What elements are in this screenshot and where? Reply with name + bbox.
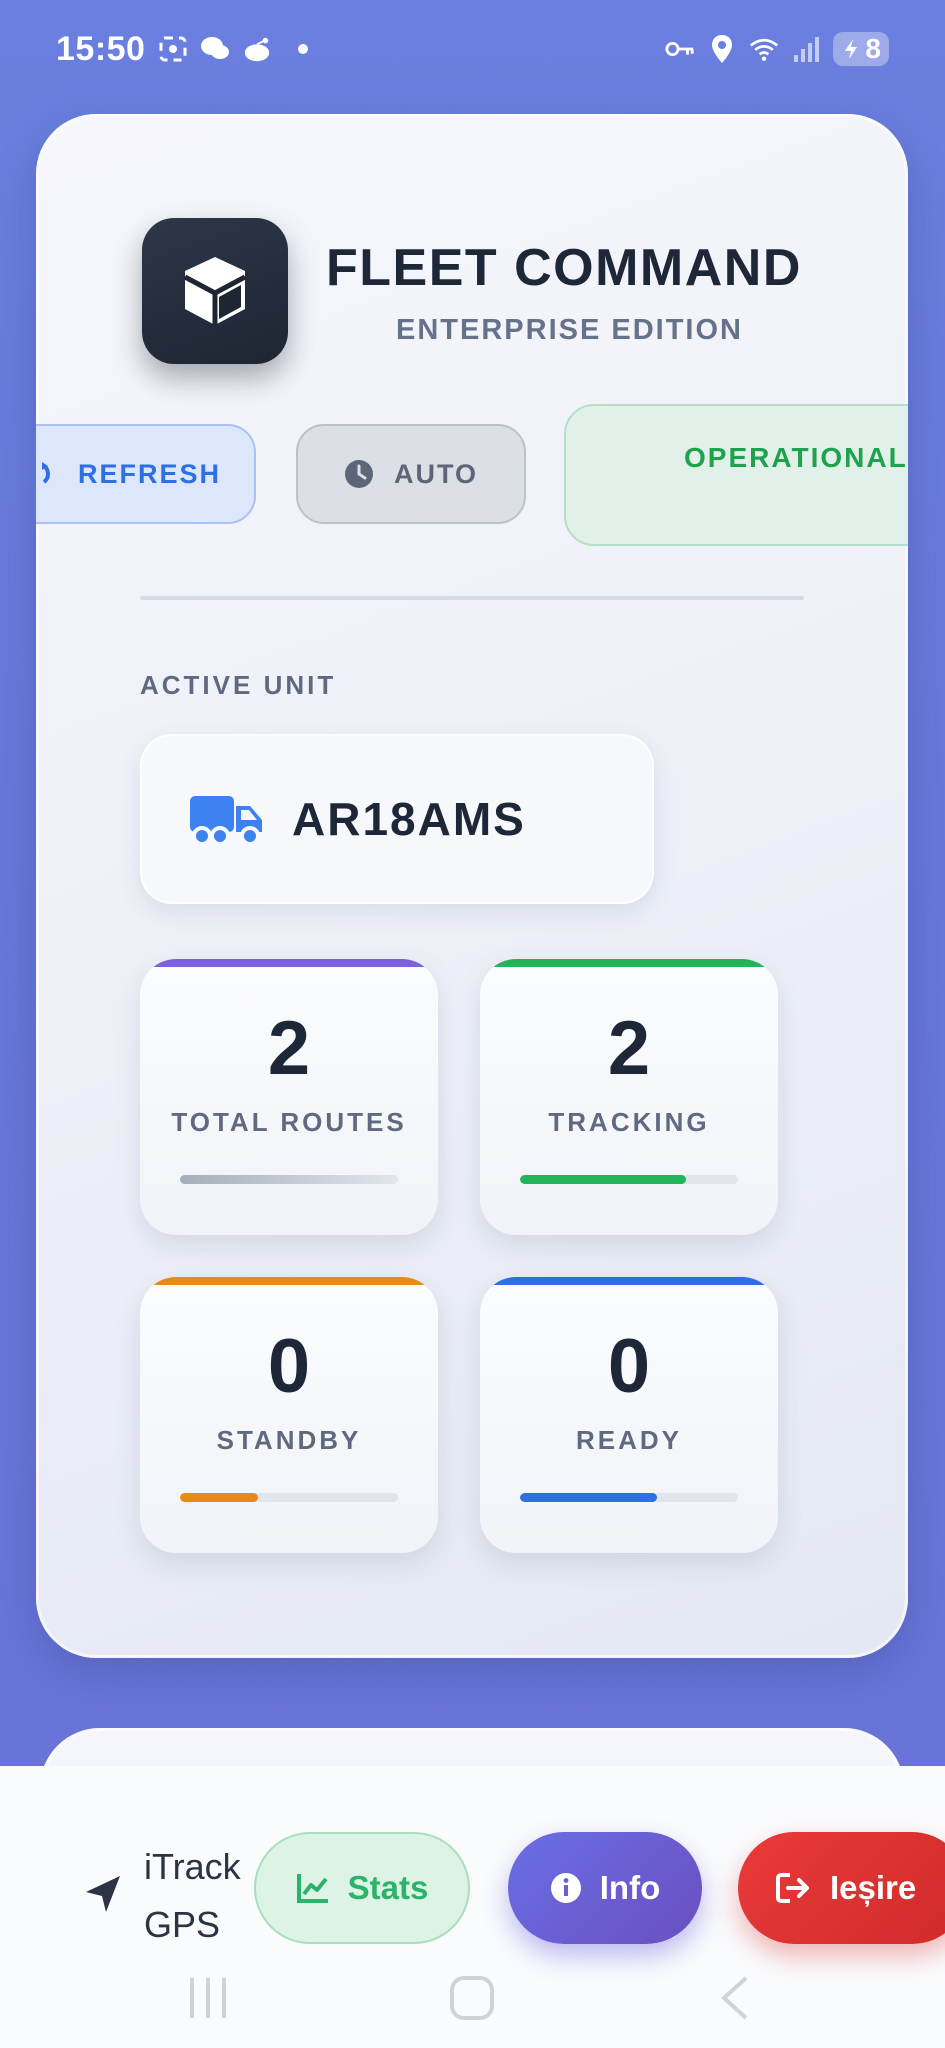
status-badge: OPERATIONAL — [564, 404, 908, 546]
stat-value: 0 — [607, 1324, 651, 1409]
status-label: OPERATIONAL — [684, 442, 908, 473]
stat-progress-fill — [520, 1493, 658, 1502]
stat-label: TOTAL ROUTES — [171, 1107, 407, 1137]
info-label: Info — [599, 1869, 661, 1906]
stat-progress-track — [520, 1493, 738, 1502]
battery-icon: 8 — [833, 32, 889, 66]
refresh-icon — [42, 462, 50, 484]
truck-icon — [190, 796, 262, 846]
stat-progress-fill — [180, 1175, 398, 1184]
stat-label: TRACKING — [548, 1107, 710, 1137]
battery-level: 8 — [865, 33, 881, 64]
divider — [140, 596, 804, 600]
recent-apps-icon[interactable] — [186, 1974, 230, 2022]
stat-label: READY — [575, 1425, 682, 1455]
stat-accent-bar — [480, 959, 778, 967]
stat-value: 2 — [267, 1006, 311, 1091]
info-button[interactable]: Info — [508, 1832, 702, 1944]
stats-label: Stats — [347, 1869, 429, 1906]
reddit-icon — [242, 34, 272, 64]
exit-label: Ieșire — [830, 1869, 917, 1906]
key-icon — [665, 34, 695, 64]
refresh-label: REFRESH — [78, 458, 222, 489]
status-time: 15:50 — [56, 30, 146, 68]
chart-line-icon — [296, 1874, 328, 1903]
cube-icon — [142, 218, 288, 364]
stat-progress-fill — [520, 1175, 686, 1184]
brand-line-2: GPS — [144, 1904, 221, 1945]
active-unit-card[interactable]: AR18AMS — [140, 734, 654, 904]
brand-name: iTrack GPS — [144, 1838, 241, 1954]
status-icons-left — [158, 34, 308, 64]
status-bar: 15:50 8 — [0, 0, 945, 104]
info-icon — [550, 1873, 581, 1903]
stat-progress-fill — [180, 1493, 259, 1502]
exit-button[interactable]: Ieșire — [738, 1832, 945, 1944]
auto-label: AUTO — [393, 458, 478, 489]
stat-value: 2 — [607, 1006, 651, 1091]
logout-icon — [776, 1873, 809, 1903]
stat-card-ready[interactable]: 0 READY — [480, 1277, 778, 1553]
screenshot-icon — [158, 34, 188, 64]
stat-accent-bar — [140, 959, 438, 967]
status-icons-right: 8 — [665, 32, 889, 66]
brand-line-1: iTrack — [144, 1846, 241, 1887]
stat-label: STANDBY — [216, 1425, 362, 1455]
stat-progress-track — [180, 1175, 398, 1184]
dot-icon — [298, 44, 308, 54]
stats-button[interactable]: Stats — [254, 1832, 470, 1944]
active-unit-label: ACTIVE UNIT — [140, 670, 337, 700]
stat-card-tracking[interactable]: 2 TRACKING — [480, 959, 778, 1235]
signal-icon — [791, 34, 821, 64]
app-subtitle: ENTERPRISE EDITION — [396, 314, 743, 346]
clock-icon — [344, 460, 373, 488]
chat-icon — [200, 34, 230, 64]
navigation-arrow-icon — [86, 1876, 120, 1912]
system-nav-bar — [0, 1960, 945, 2048]
stat-progress-track — [520, 1175, 738, 1184]
auto-refresh-toggle[interactable]: AUTO — [296, 424, 526, 524]
unit-plate: AR18AMS — [292, 793, 526, 845]
back-icon[interactable] — [718, 1974, 752, 2022]
stat-card-total-routes[interactable]: 2 TOTAL ROUTES — [140, 959, 438, 1235]
wifi-icon — [749, 34, 779, 64]
stat-progress-track — [180, 1493, 398, 1502]
fleet-dashboard-card: FLEET COMMAND ENTERPRISE EDITION REFRESH… — [36, 114, 908, 1658]
stat-accent-bar — [140, 1277, 438, 1285]
location-icon — [707, 34, 737, 64]
stat-value: 0 — [267, 1324, 311, 1409]
app-title: FLEET COMMAND — [326, 239, 802, 297]
stat-accent-bar — [480, 1277, 778, 1285]
home-icon[interactable] — [448, 1974, 496, 2022]
stat-card-standby[interactable]: 0 STANDBY — [140, 1277, 438, 1553]
refresh-button[interactable]: REFRESH — [36, 424, 256, 524]
